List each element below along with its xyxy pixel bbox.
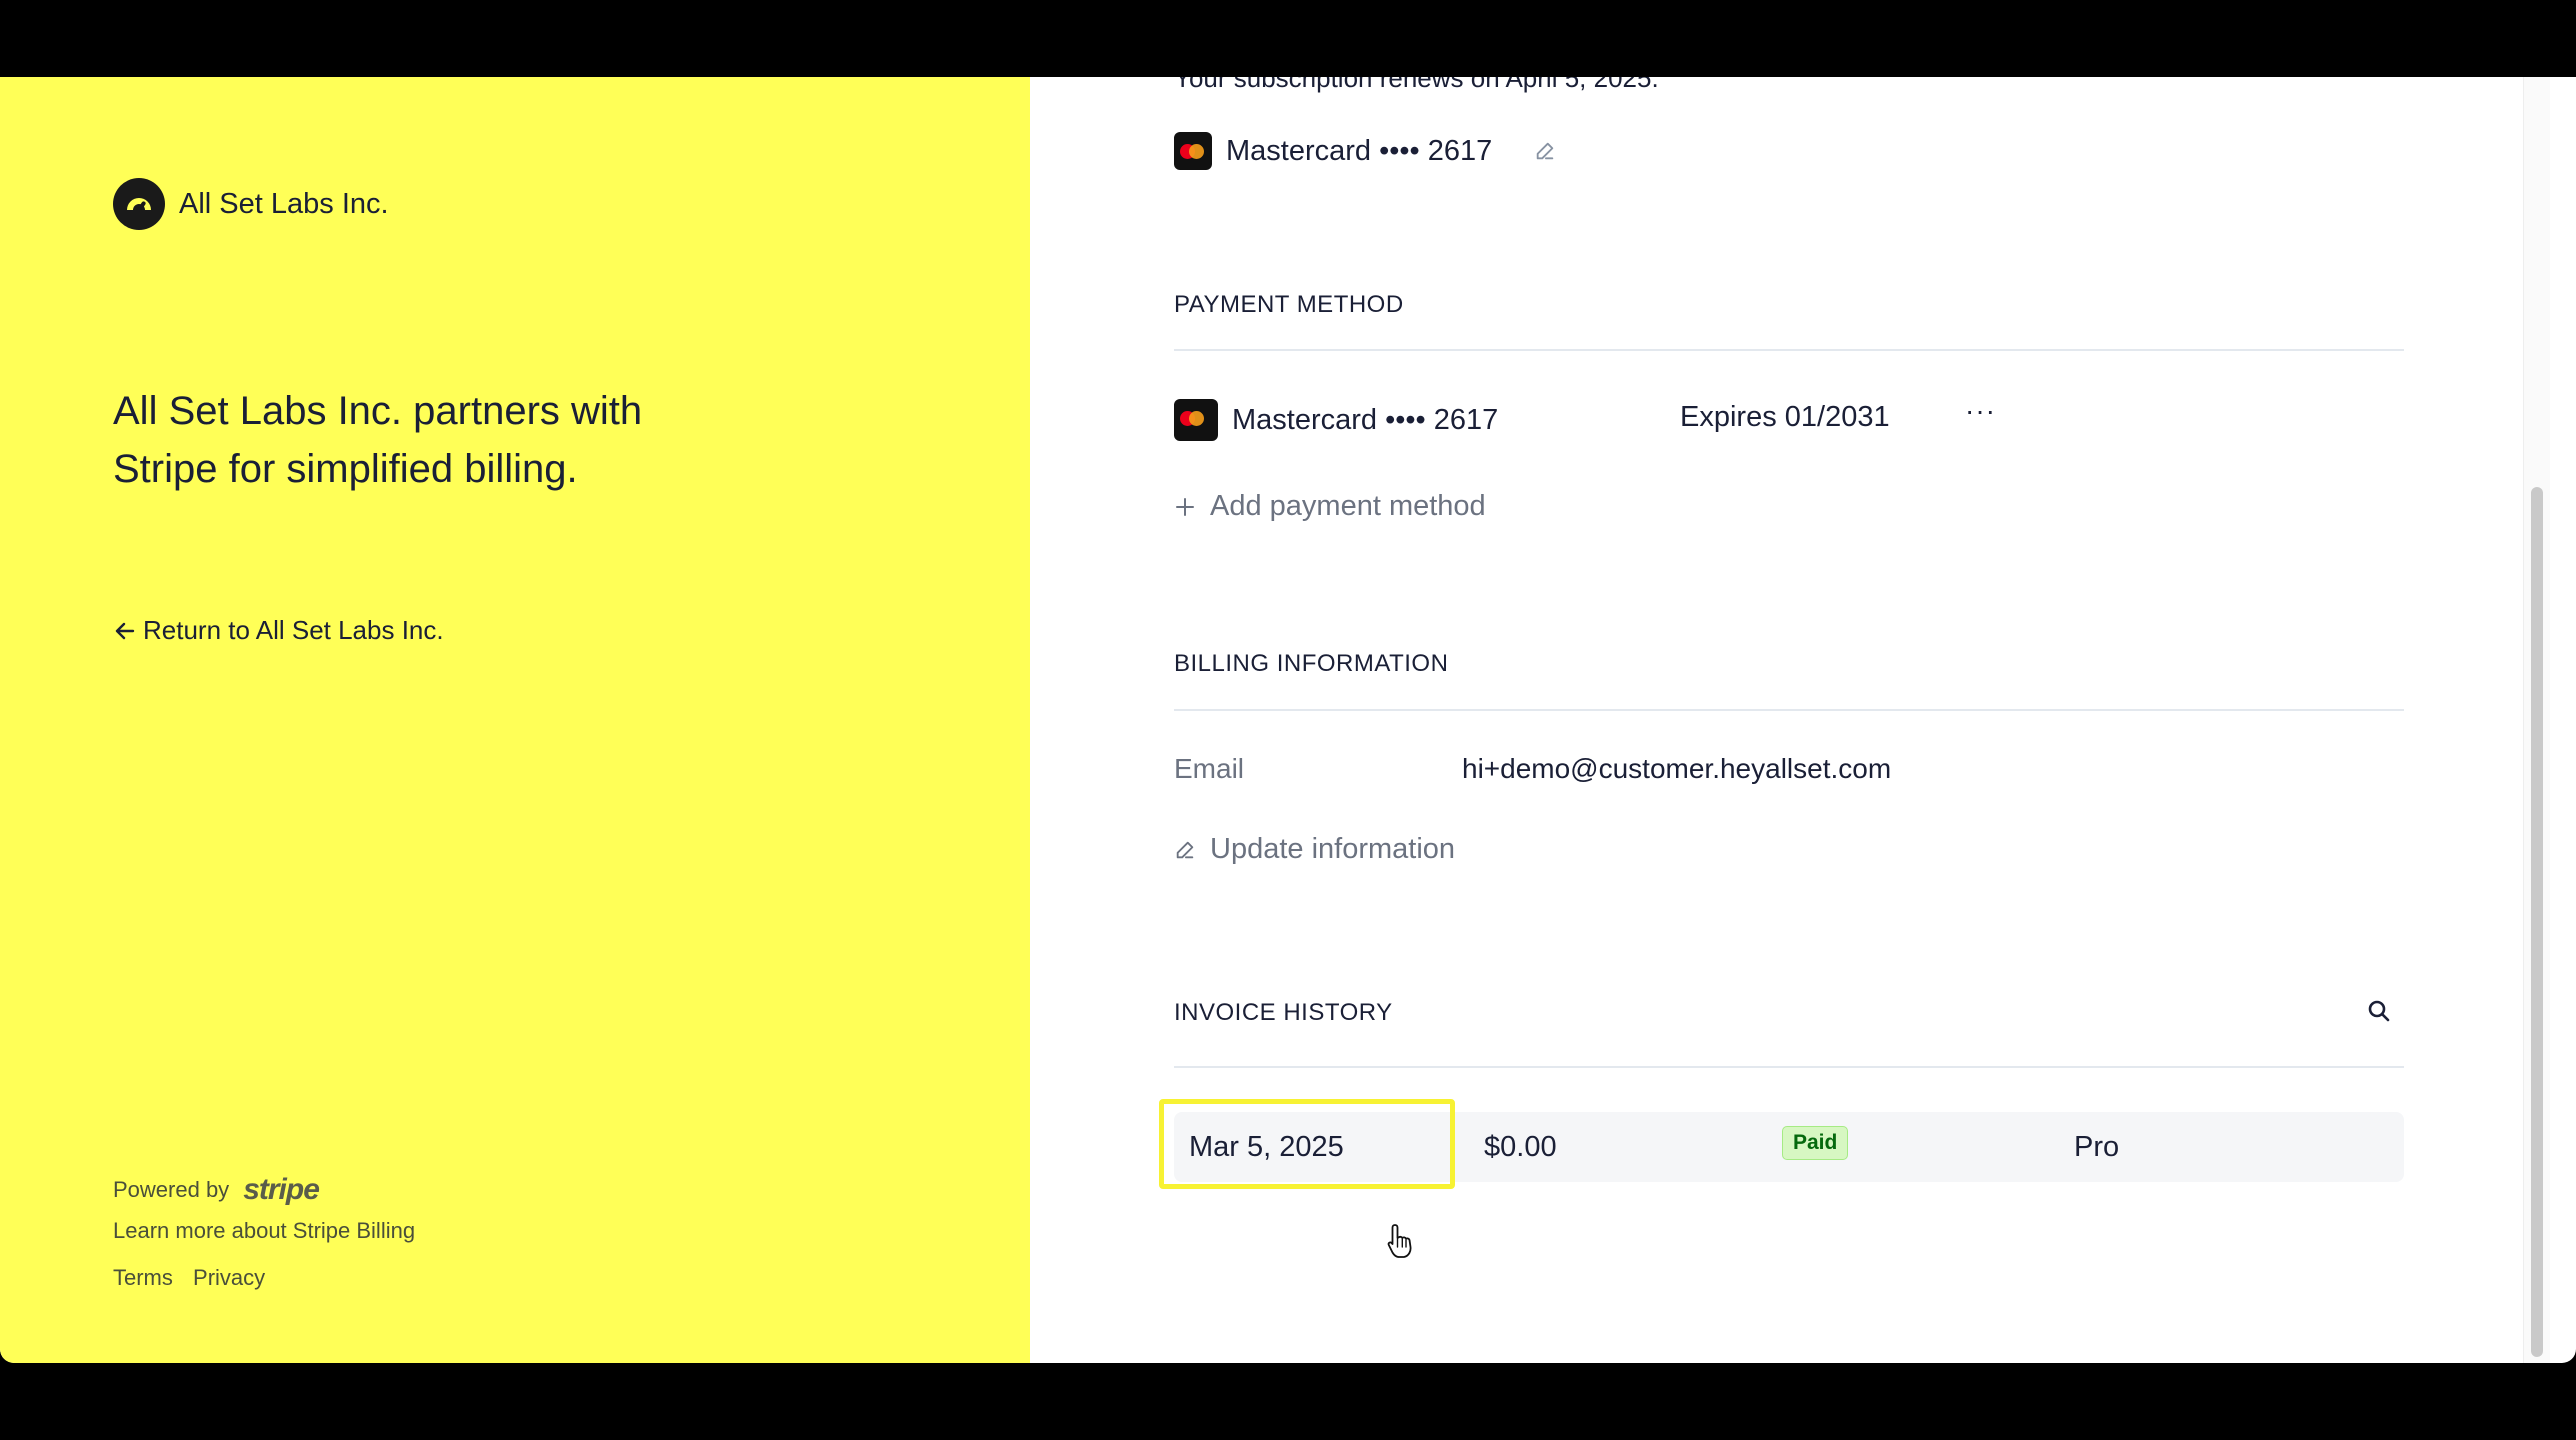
invoice-search-button[interactable] [2366, 998, 2392, 1029]
edit-icon[interactable] [1534, 140, 1556, 162]
stripe-logo[interactable]: stripe [243, 1173, 320, 1207]
mastercard-icon [1174, 132, 1212, 170]
more-icon: ··· [1965, 395, 1996, 426]
return-link-label: Return to All Set Labs Inc. [143, 615, 444, 645]
add-payment-method-label: Add payment method [1210, 490, 1486, 522]
invoice-date: Mar 5, 2025 [1189, 1130, 1344, 1163]
add-payment-method-button[interactable]: Add payment method [1174, 490, 1486, 523]
invoice-history-title: INVOICE HISTORY [1174, 999, 1393, 1026]
merchant-brand: All Set Labs Inc. [113, 178, 389, 230]
table-row[interactable]: Mar 5, 2025 $0.00 Paid Pro [1159, 1099, 2404, 1189]
terms-link[interactable]: Terms [113, 1265, 173, 1290]
update-information-button[interactable]: Update information [1174, 833, 1455, 866]
search-icon [2368, 1000, 2390, 1022]
status-badge: Paid [1782, 1126, 1849, 1160]
plus-icon [1174, 496, 1196, 518]
brand-logo-icon [113, 178, 165, 230]
card-more-menu[interactable]: ··· [1965, 395, 1996, 427]
billing-information-title: BILLING INFORMATION [1174, 650, 1449, 677]
arrow-left-icon [115, 622, 135, 639]
invoice-history-divider [1174, 1066, 2404, 1068]
email-value: hi+demo@customer.heyallset.com [1462, 753, 1892, 784]
privacy-link[interactable]: Privacy [193, 1265, 265, 1290]
pointer-cursor-icon [1386, 1223, 1416, 1264]
billing-information-divider [1174, 709, 2404, 711]
edit-icon [1174, 839, 1196, 861]
return-link[interactable]: Return to All Set Labs Inc. [113, 615, 444, 646]
update-information-label: Update information [1210, 833, 1456, 865]
learn-more-link[interactable]: Learn more about Stripe Billing [113, 1218, 415, 1244]
payment-method-card: Mastercard •••• 2617 [1174, 399, 1498, 441]
invoice-plan: Pro [2074, 1130, 2120, 1163]
merchant-tagline: All Set Labs Inc. partners with Stripe f… [113, 389, 643, 491]
invoice-amount: $0.00 [1484, 1130, 1557, 1163]
merchant-name: All Set Labs Inc. [179, 187, 389, 220]
payment-method-divider [1174, 349, 2404, 351]
portal-content: Your subscription renews on April 5, 202… [1030, 77, 2550, 1363]
subscription-renewal-text: Your subscription renews on April 5, 202… [1174, 77, 1659, 93]
merchant-panel: All Set Labs Inc. All Set Labs Inc. part… [0, 77, 1030, 1363]
scrollbar[interactable] [2523, 77, 2550, 1363]
powered-by: Powered by stripe [113, 1173, 320, 1207]
payment-card-label: Mastercard •••• 2617 [1232, 403, 1499, 436]
card-expiry: Expires 01/2031 [1680, 401, 1890, 433]
subscription-card-label: Mastercard •••• 2617 [1226, 134, 1493, 167]
subscription-card: Mastercard •••• 2617 [1174, 132, 1556, 170]
powered-by-label: Powered by [113, 1177, 230, 1202]
email-label: Email [1174, 753, 1245, 784]
browser-viewport: All Set Labs Inc. All Set Labs Inc. part… [0, 77, 2576, 1363]
mastercard-icon [1174, 399, 1218, 441]
legal-links: Terms Privacy [113, 1265, 279, 1291]
scrollbar-thumb[interactable] [2531, 487, 2543, 1357]
payment-method-title: PAYMENT METHOD [1174, 291, 1404, 318]
